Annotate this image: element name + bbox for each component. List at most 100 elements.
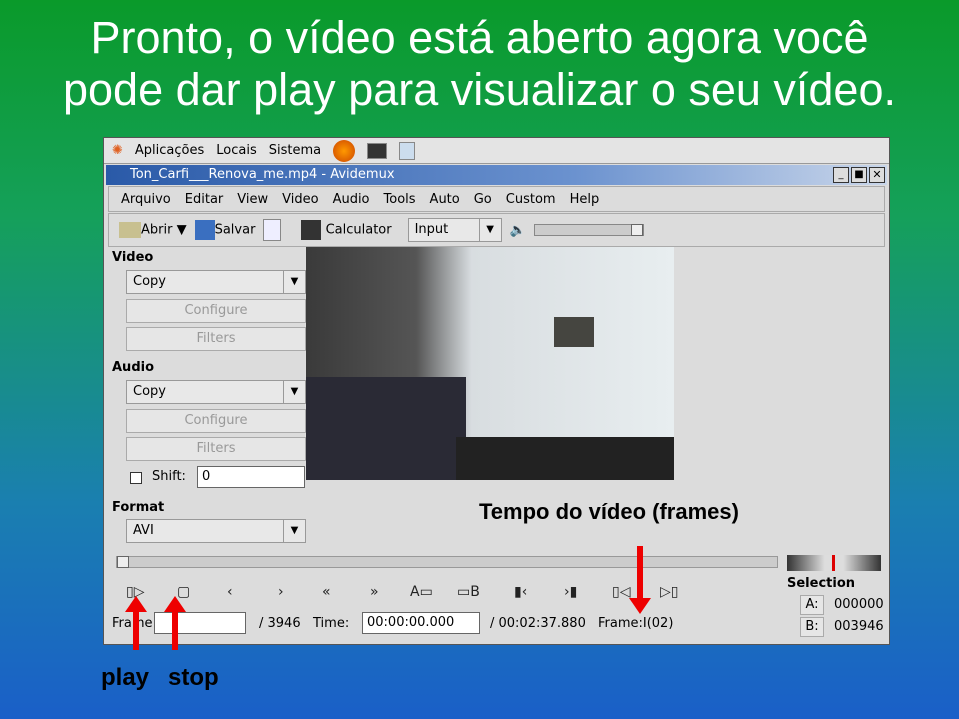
set-marker-b-button[interactable]: ▭B (457, 584, 480, 600)
frame-input[interactable] (154, 612, 246, 634)
chevron-down-icon: ▼ (283, 271, 305, 293)
panel-places[interactable]: Locais (216, 143, 256, 158)
play-annotation: play (101, 664, 150, 691)
gnome-panel: ✺ Aplicações Locais Sistema (104, 138, 889, 164)
calculator-icon (301, 220, 322, 240)
menu-arquivo[interactable]: Arquivo (121, 192, 171, 207)
maximize-icon[interactable]: ■ (851, 167, 867, 183)
jog-marker (832, 555, 835, 571)
arrow-down-icon (629, 546, 651, 614)
menu-auto[interactable]: Auto (430, 192, 460, 207)
panel-applications[interactable]: Aplicações (135, 143, 204, 158)
time-input[interactable]: 00:00:00.000 (362, 612, 480, 634)
save-button[interactable]: Salvar (194, 220, 256, 240)
arrow-up-icon (125, 596, 147, 650)
window-titlebar: Ton_Carfi___Renova_me.mp4 - Avidemux _ ■… (106, 165, 887, 185)
format-label: Format (112, 500, 165, 515)
volume-handle[interactable] (630, 224, 643, 236)
total-time: / 00:02:37.880 (490, 616, 586, 631)
properties-icon[interactable] (263, 219, 282, 241)
previous-keyframe-button[interactable]: ▯◁ (612, 584, 630, 600)
shift-label: Shift: (152, 469, 186, 484)
set-marker-a-button[interactable]: A▭ (410, 584, 433, 600)
arrow-up-icon (164, 596, 186, 650)
next-frame-button[interactable]: › (278, 584, 284, 600)
calculator-label: Calculator (325, 222, 392, 238)
fast-forward-button[interactable]: » (370, 584, 379, 600)
heading-line-2: pode dar play para visualizar o seu víde… (62, 64, 896, 115)
marker-b-button[interactable]: B: (800, 617, 824, 637)
panel-system[interactable]: Sistema (269, 143, 321, 158)
heading-line-1: Pronto, o vídeo está aberto agora você (90, 12, 869, 63)
audio-configure-button[interactable]: Configure (126, 409, 306, 433)
stop-annotation: stop (168, 664, 219, 691)
video-codec-value: Copy (133, 274, 166, 289)
audio-label: Audio (112, 360, 155, 375)
audio-filters-button[interactable]: Filters (126, 437, 306, 461)
terminal-icon[interactable] (367, 142, 388, 159)
window-controls: _ ■ ✕ (833, 167, 885, 183)
frame-type: Frame:I(02) (598, 616, 674, 631)
previous-frame-button[interactable]: ‹ (227, 584, 233, 600)
editor-icon[interactable] (399, 141, 416, 160)
toolbar: Abrir ▼ Salvar Calculator Input ▼ 🔈 (108, 213, 885, 247)
marker-a-value: 000000 (834, 597, 884, 612)
video-preview (306, 247, 674, 480)
menu-tools[interactable]: Tools (384, 192, 416, 207)
format-select[interactable]: AVI ▼ (126, 519, 306, 543)
heading: Pronto, o vídeo está aberto agora você po… (0, 12, 959, 116)
floppy-icon (194, 220, 215, 240)
chevron-down-icon: ▼ (283, 381, 305, 403)
speaker-icon: 🔈 (509, 222, 526, 238)
video-configure-button[interactable]: Configure (126, 299, 306, 323)
video-codec-select[interactable]: Copy ▼ (126, 270, 306, 294)
video-filters-button[interactable]: Filters (126, 327, 306, 351)
menu-video[interactable]: Video (282, 192, 318, 207)
ubuntu-logo-icon[interactable]: ✺ (112, 143, 123, 158)
timeline-annotation: Tempo do vídeo (frames) (479, 499, 739, 524)
calculator-button[interactable]: Calculator (301, 220, 392, 240)
shift-input[interactable]: 0 (197, 466, 305, 488)
input-select[interactable]: Input ▼ (407, 218, 502, 242)
timeline-slider[interactable] (116, 556, 778, 568)
window-title: Ton_Carfi___Renova_me.mp4 - Avidemux (130, 167, 395, 182)
audio-codec-select[interactable]: Copy ▼ (126, 380, 306, 404)
menu-custom[interactable]: Custom (506, 192, 556, 207)
marker-a-button[interactable]: A: (800, 595, 824, 615)
rewind-button[interactable]: « (322, 584, 331, 600)
time-label: Time: (313, 616, 350, 631)
menu-audio[interactable]: Audio (333, 192, 370, 207)
menu-go[interactable]: Go (474, 192, 492, 207)
shift-checkbox[interactable] (130, 472, 142, 484)
total-frames: / 3946 (259, 616, 301, 631)
open-label: Abrir (141, 222, 173, 238)
menu-help[interactable]: Help (570, 192, 600, 207)
close-icon[interactable]: ✕ (869, 167, 885, 183)
format-value: AVI (133, 523, 154, 538)
selection-label: Selection (787, 576, 856, 591)
avidemux-window: ✺ Aplicações Locais Sistema Ton_Carfi___… (103, 137, 890, 645)
video-door (554, 317, 594, 347)
folder-icon (119, 222, 141, 238)
chevron-down-icon: ▼ (283, 520, 305, 542)
audio-codec-value: Copy (133, 384, 166, 399)
timeline-handle[interactable] (117, 556, 129, 568)
menu-view[interactable]: View (237, 192, 268, 207)
chevron-down-icon: ▼ (478, 219, 501, 241)
volume-slider[interactable] (533, 224, 644, 236)
marker-b-value: 003946 (834, 619, 884, 634)
firefox-icon[interactable] (333, 139, 356, 162)
next-keyframe-button[interactable]: ▷▯ (660, 584, 678, 600)
jog-shuttle[interactable] (787, 555, 881, 571)
save-label: Salvar (214, 222, 256, 238)
input-select-value: Input (414, 222, 449, 237)
goto-marker-b-button[interactable]: ›▮ (564, 584, 577, 600)
open-button[interactable]: Abrir ▼ (119, 222, 187, 238)
menu-editar[interactable]: Editar (185, 192, 224, 207)
menubar: Arquivo Editar View Video Audio Tools Au… (108, 186, 885, 212)
video-foreground (306, 377, 466, 480)
video-stage (456, 437, 674, 480)
video-label: Video (112, 250, 154, 265)
minimize-icon[interactable]: _ (833, 167, 849, 183)
goto-marker-a-button[interactable]: ▮‹ (514, 584, 527, 600)
